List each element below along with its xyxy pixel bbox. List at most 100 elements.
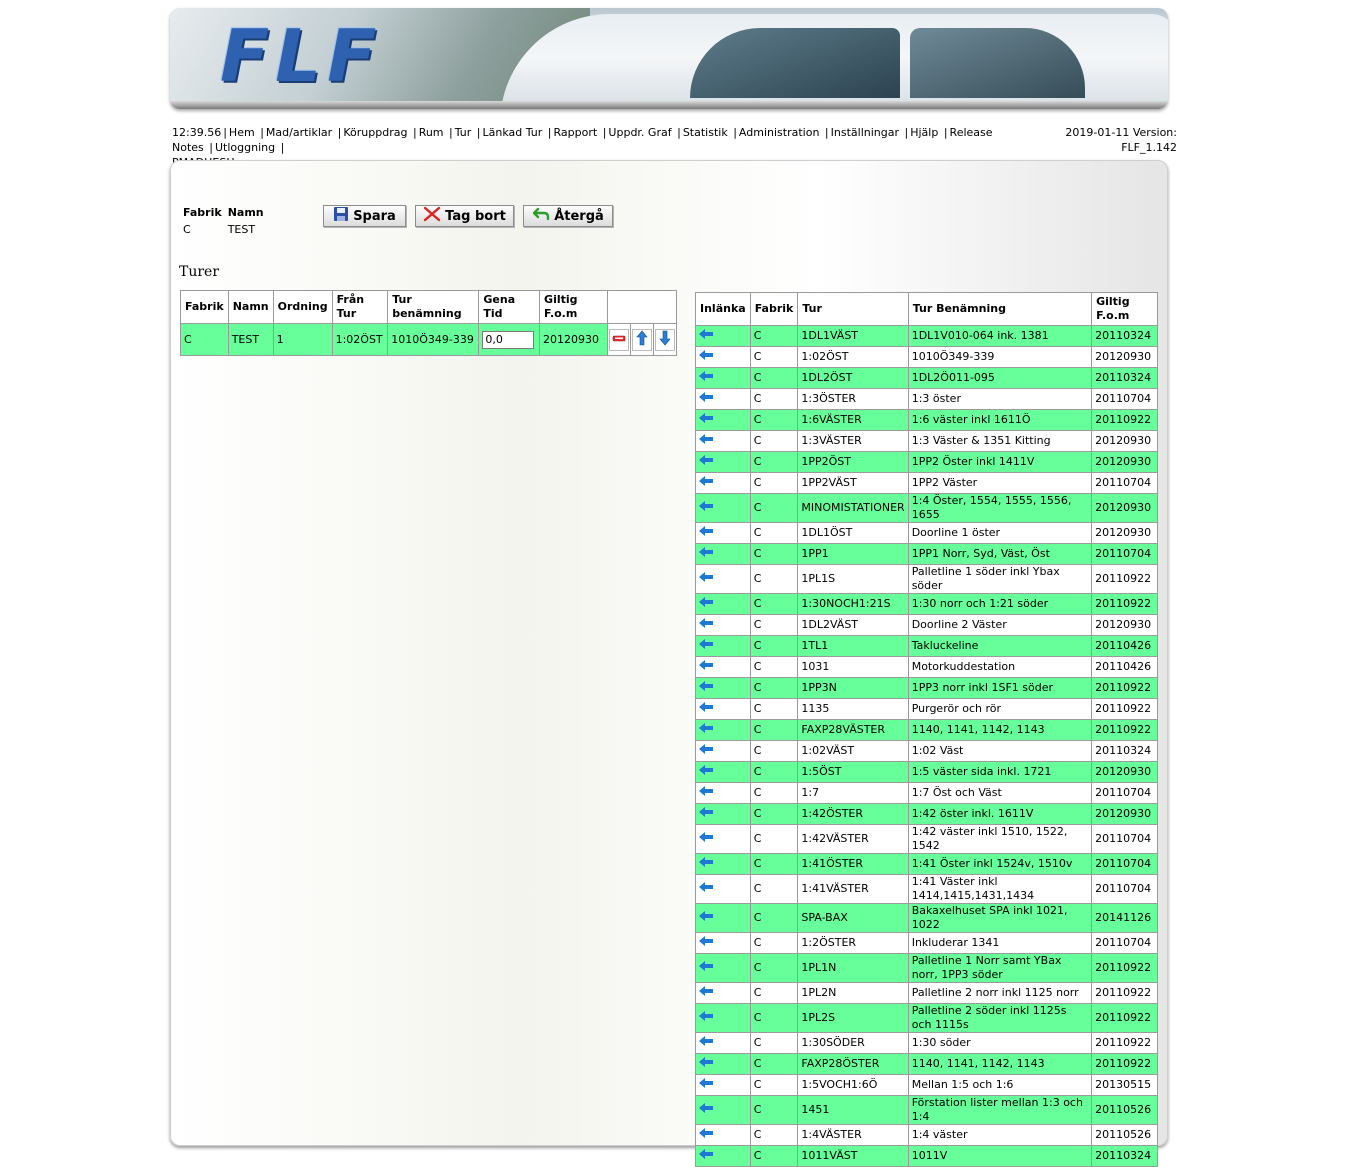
cell-tur-benamning: 1:5 väster sida inkl. 1721 (907, 761, 1093, 783)
table-row: C 1DL1ÖST Doorline 1 öster 20120930 (695, 522, 1158, 544)
menu-item-statistik[interactable]: Statistik (683, 126, 728, 139)
cell-fabrik: C (749, 493, 799, 523)
link-arrow-left-icon[interactable] (698, 680, 714, 696)
cell-tur-benamning: 1:6 väster inkl 1611Ö (907, 409, 1093, 431)
link-arrow-left-icon[interactable] (698, 571, 714, 587)
link-arrow-left-icon[interactable] (698, 1127, 714, 1143)
save-button[interactable]: Spara (323, 205, 406, 227)
delete-button[interactable]: Tag bort (415, 205, 514, 227)
link-arrow-left-icon[interactable] (698, 701, 714, 717)
cell-inlanka (695, 1124, 751, 1146)
cell-tur: 1PL1N (797, 953, 909, 983)
cell-giltig: 20110922 (1091, 698, 1158, 720)
link-arrow-left-icon[interactable] (698, 349, 714, 365)
cell-giltig: 20110922 (1091, 677, 1158, 699)
menu-item-hem[interactable]: Hem (229, 126, 255, 139)
link-arrow-left-icon[interactable] (698, 743, 714, 759)
link-arrow-left-icon[interactable] (698, 525, 714, 541)
link-arrow-left-icon[interactable] (698, 985, 714, 1001)
column-header: Från Tur (331, 290, 389, 324)
table-row: C 1:3ÖSTER 1:3 öster 20110704 (695, 388, 1158, 410)
menu-item-rum[interactable]: Rum (419, 126, 444, 139)
cell-inlanka (695, 656, 751, 678)
menu-item-koruppdrag[interactable]: Köruppdrag (343, 126, 407, 139)
link-arrow-left-icon[interactable] (698, 617, 714, 633)
cell-inlanka (695, 719, 751, 741)
link-arrow-left-icon[interactable] (698, 1035, 714, 1051)
link-arrow-left-icon[interactable] (698, 722, 714, 738)
link-arrow-left-icon[interactable] (698, 1010, 714, 1026)
cell-tur-benamning: 1010Ö349-339 (907, 346, 1093, 368)
available-turer-table: Inlänka Fabrik Tur Tur Benämning Giltig … (695, 292, 1158, 1167)
cell-inlanka (695, 451, 751, 473)
remove-row-button[interactable] (609, 328, 629, 351)
link-arrow-left-icon[interactable] (698, 596, 714, 612)
link-arrow-left-icon[interactable] (698, 764, 714, 780)
move-down-button[interactable] (655, 328, 675, 351)
link-arrow-left-icon[interactable] (698, 412, 714, 428)
link-arrow-left-icon[interactable] (698, 500, 714, 516)
cell-inlanka (695, 824, 751, 854)
link-arrow-left-icon[interactable] (698, 910, 714, 926)
link-arrow-left-icon[interactable] (698, 328, 714, 344)
link-arrow-left-icon[interactable] (698, 960, 714, 976)
link-arrow-left-icon[interactable] (698, 391, 714, 407)
link-arrow-left-icon[interactable] (698, 659, 714, 675)
link-arrow-left-icon[interactable] (698, 370, 714, 386)
cell-tur-benamning: Förstation lister mellan 1:3 och 1:4 (907, 1095, 1093, 1125)
turer-heading: Turer (179, 264, 220, 280)
cell-fabrik: C (749, 677, 799, 699)
table-row: C 1:7 1:7 Öst och Väst 20110704 (695, 782, 1158, 804)
cell-inlanka (695, 953, 751, 983)
table-row: C 1031 Motorkuddestation 20110426 (695, 656, 1158, 678)
link-arrow-left-icon[interactable] (698, 806, 714, 822)
menu-item-tur[interactable]: Tur (455, 126, 472, 139)
gena-tid-input[interactable] (482, 330, 535, 349)
link-arrow-left-icon[interactable] (698, 454, 714, 470)
cell-giltig: 20141126 (1091, 903, 1158, 933)
menu-item-utloggning[interactable]: Utloggning (215, 141, 275, 154)
cell-fabrik: C (749, 1032, 799, 1054)
link-arrow-left-icon[interactable] (698, 785, 714, 801)
link-arrow-left-icon[interactable] (698, 831, 714, 847)
cell-tur: 1:30SÖDER (797, 1032, 909, 1054)
link-arrow-left-icon[interactable] (698, 1102, 714, 1118)
link-arrow-left-icon[interactable] (698, 1148, 714, 1164)
link-arrow-left-icon[interactable] (698, 475, 714, 491)
link-arrow-left-icon[interactable] (698, 638, 714, 654)
link-arrow-left-icon[interactable] (698, 546, 714, 562)
cell-tur-benamning: Palletline 2 söder inkl 1125s och 1115s (907, 1003, 1093, 1033)
link-arrow-left-icon[interactable] (698, 1077, 714, 1093)
menu-item-installningar[interactable]: Inställningar (831, 126, 899, 139)
route-info: Fabrik Namn C TEST (181, 203, 270, 239)
floppy-disk-icon (333, 206, 349, 226)
cell-move-up (630, 323, 654, 356)
table-row: C 1:02ÖST 1010Ö349-339 20120930 (695, 346, 1158, 368)
link-arrow-left-icon[interactable] (698, 881, 714, 897)
menu-item-mad-artiklar[interactable]: Mad/artiklar (266, 126, 332, 139)
table-row: C SPA-BAX Bakaxelhuset SPA inkl 1021, 1022… (695, 903, 1158, 933)
menu-item-rapport[interactable]: Rapport (554, 126, 598, 139)
cell-fabrik: C (749, 761, 799, 783)
column-header-actions (607, 290, 677, 324)
cell-tur-benamning: Palletline 2 norr inkl 1125 norr (907, 982, 1093, 1004)
cell-inlanka (695, 522, 751, 544)
cell-giltig: 20120930 (1091, 522, 1158, 544)
table-row: C 1PP2ÖST 1PP2 Öster inkl 1411V 20120930 (695, 451, 1158, 473)
cell-tur: 1135 (797, 698, 909, 720)
table-row: C TEST 1 1:02ÖST 1010Ö349-339 20120930 (180, 323, 677, 356)
menu-item-hjalp[interactable]: Hjälp (910, 126, 938, 139)
link-arrow-left-icon[interactable] (698, 1056, 714, 1072)
menu-item-uppdr-graf[interactable]: Uppdr. Graf (608, 126, 671, 139)
link-arrow-left-icon[interactable] (698, 935, 714, 951)
menu-item-lankad-tur[interactable]: Länkad Tur (483, 126, 543, 139)
move-up-button[interactable] (632, 328, 652, 351)
cell-giltig: 20110704 (1091, 388, 1158, 410)
cell-inlanka (695, 1145, 751, 1167)
back-button[interactable]: Återgå (523, 205, 613, 227)
link-arrow-left-icon[interactable] (698, 433, 714, 449)
cell-giltig: 20120930 (1091, 614, 1158, 636)
menu-item-administration[interactable]: Administration (739, 126, 820, 139)
link-arrow-left-icon[interactable] (698, 856, 714, 872)
cell-tur: 1:41ÖSTER (797, 853, 909, 875)
